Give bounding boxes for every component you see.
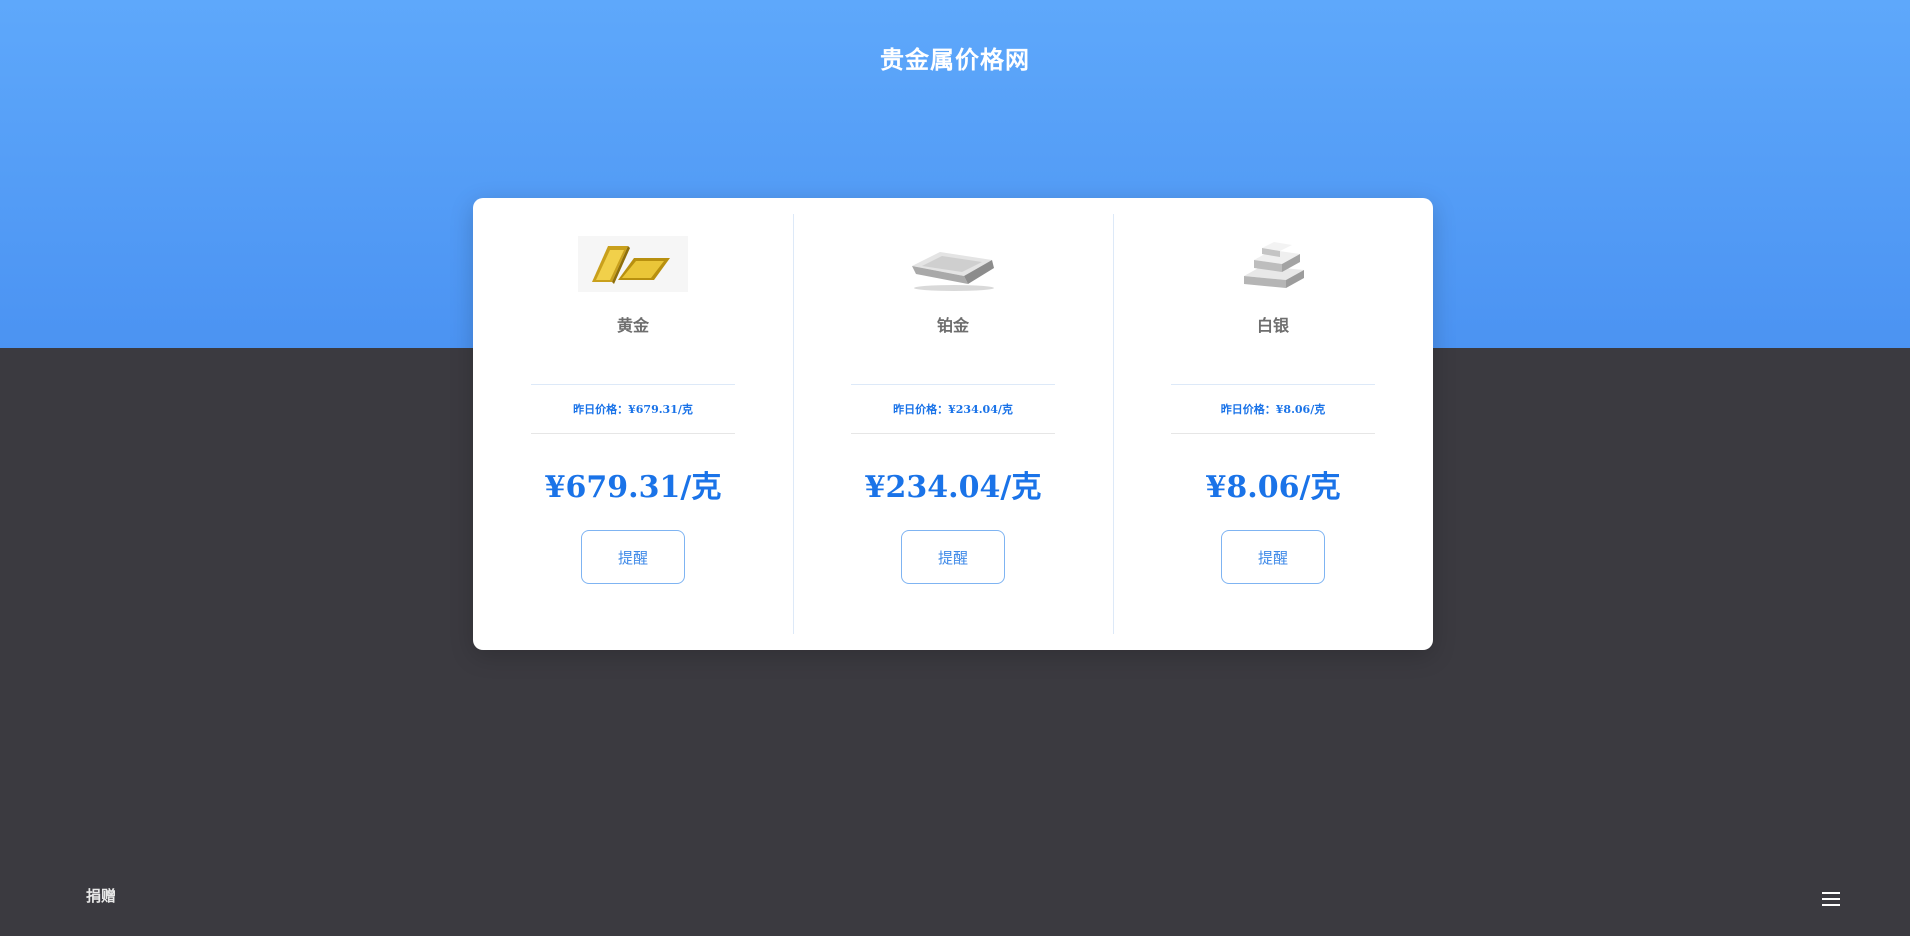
current-price: ¥679.31/克 xyxy=(544,470,722,505)
current-price: ¥8.06/克 xyxy=(1205,470,1341,505)
yesterday-price: 昨日价格：¥234.04/克 xyxy=(851,384,1055,434)
remind-button-gold[interactable]: 提醒 xyxy=(581,530,685,584)
metal-column-gold: 黄金 昨日价格：¥679.31/克 ¥679.31/克 提醒 xyxy=(473,198,793,650)
current-price: ¥234.04/克 xyxy=(864,470,1042,505)
metal-name: 白银 xyxy=(1256,316,1289,335)
gold-bar-icon xyxy=(578,236,688,292)
remind-button-platinum[interactable]: 提醒 xyxy=(901,530,1005,584)
donate-link[interactable]: 捐赠 xyxy=(86,885,116,906)
metal-name: 铂金 xyxy=(936,316,969,335)
site-title: 贵金属价格网 xyxy=(880,45,1030,74)
yesterday-price: 昨日价格：¥8.06/克 xyxy=(1171,384,1375,434)
remind-button-silver[interactable]: 提醒 xyxy=(1221,530,1325,584)
silver-bars-icon xyxy=(1244,242,1304,288)
price-card: 黄金 昨日价格：¥679.31/克 ¥679.31/克 提醒 铂金 昨日价格：¥… xyxy=(473,198,1433,650)
metal-name: 黄金 xyxy=(616,316,649,335)
metal-column-silver: 白银 昨日价格：¥8.06/克 ¥8.06/克 提醒 xyxy=(1113,198,1433,650)
hamburger-menu-icon[interactable] xyxy=(1822,892,1840,906)
platinum-bar-icon xyxy=(912,252,994,291)
yesterday-price: 昨日价格：¥679.31/克 xyxy=(531,384,735,434)
metal-column-platinum: 铂金 昨日价格：¥234.04/克 ¥234.04/克 提醒 xyxy=(793,198,1113,650)
